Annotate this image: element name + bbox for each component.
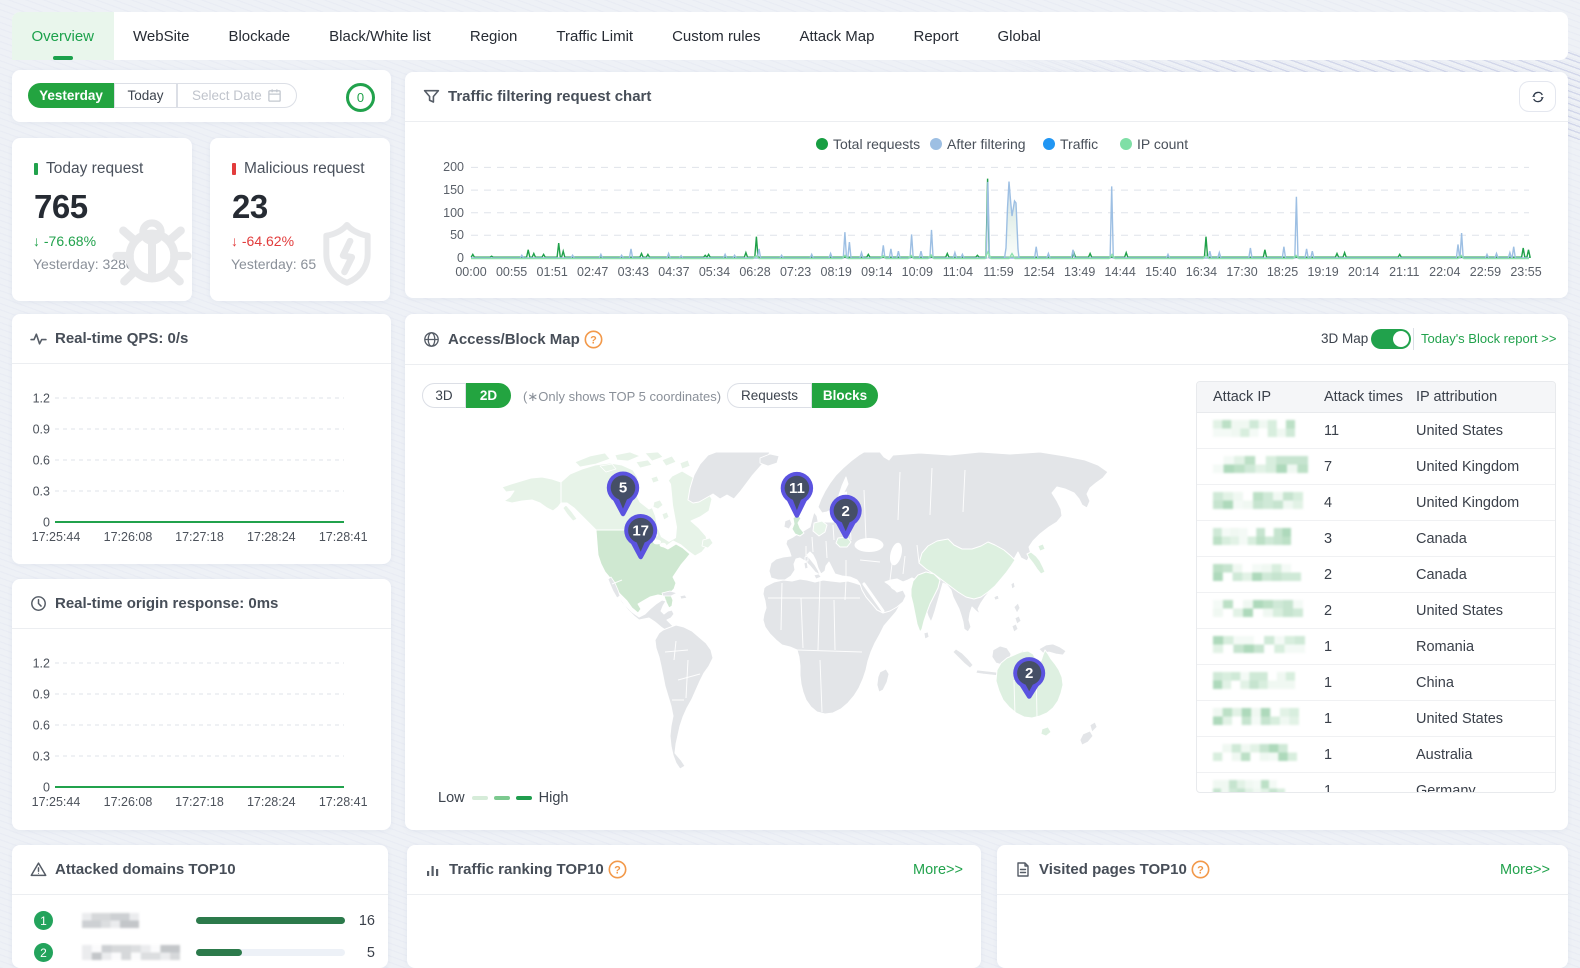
svg-text:100: 100: [443, 206, 464, 220]
svg-text:21:11: 21:11: [1389, 265, 1419, 279]
svg-text:1.2: 1.2: [33, 392, 50, 406]
svg-text:2: 2: [1025, 665, 1033, 682]
svg-text:After filtering: After filtering: [947, 136, 1026, 152]
svg-text:Traffic: Traffic: [1060, 136, 1098, 152]
svg-text:5: 5: [619, 480, 627, 497]
svg-text:09:14: 09:14: [861, 265, 892, 279]
svg-text:17:30: 17:30: [1226, 265, 1257, 279]
svg-text:05:34: 05:34: [699, 265, 730, 279]
svg-text:0.6: 0.6: [33, 719, 50, 733]
svg-text:16:34: 16:34: [1186, 265, 1217, 279]
svg-text:0: 0: [457, 251, 464, 265]
svg-text:23:55: 23:55: [1510, 265, 1541, 279]
svg-text:2: 2: [842, 503, 850, 520]
svg-text:0.9: 0.9: [33, 423, 50, 437]
svg-text:17:27:18: 17:27:18: [175, 530, 224, 544]
svg-text:00:55: 00:55: [496, 265, 527, 279]
svg-text:0.3: 0.3: [33, 485, 50, 499]
svg-text:12:54: 12:54: [1023, 265, 1054, 279]
svg-text:200: 200: [443, 160, 464, 174]
svg-text:17:25:44: 17:25:44: [32, 530, 81, 544]
svg-text:Total requests: Total requests: [833, 136, 920, 152]
svg-text:17:28:24: 17:28:24: [247, 530, 296, 544]
svg-text:0: 0: [43, 516, 50, 530]
svg-text:11: 11: [789, 480, 805, 497]
svg-text:17:28:24: 17:28:24: [247, 795, 296, 809]
svg-text:07:23: 07:23: [780, 265, 811, 279]
svg-text:17:28:41: 17:28:41: [319, 530, 368, 544]
svg-text:1.2: 1.2: [33, 657, 50, 671]
svg-text:?: ?: [1197, 864, 1204, 876]
svg-text:10:09: 10:09: [902, 265, 933, 279]
svg-text:150: 150: [443, 183, 464, 197]
svg-text:22:04: 22:04: [1429, 265, 1460, 279]
svg-text:18:25: 18:25: [1267, 265, 1298, 279]
svg-text:?: ?: [614, 864, 621, 876]
svg-text:22:59: 22:59: [1470, 265, 1501, 279]
svg-text:17: 17: [632, 523, 649, 540]
svg-text:19:19: 19:19: [1307, 265, 1338, 279]
svg-text:0: 0: [43, 781, 50, 795]
svg-text:17:26:08: 17:26:08: [104, 530, 153, 544]
svg-text:20:14: 20:14: [1348, 265, 1379, 279]
svg-text:08:19: 08:19: [821, 265, 852, 279]
svg-text:13:49: 13:49: [1064, 265, 1095, 279]
svg-text:06:28: 06:28: [739, 265, 770, 279]
svg-text:17:27:18: 17:27:18: [175, 795, 224, 809]
svg-text:11:59: 11:59: [983, 265, 1013, 279]
svg-text:00:00: 00:00: [455, 265, 486, 279]
svg-text:17:28:41: 17:28:41: [319, 795, 368, 809]
svg-text:02:47: 02:47: [577, 265, 608, 279]
svg-text:14:44: 14:44: [1105, 265, 1136, 279]
svg-text:50: 50: [450, 228, 464, 242]
svg-text:04:37: 04:37: [658, 265, 689, 279]
svg-text:0.6: 0.6: [33, 454, 50, 468]
svg-text:0.9: 0.9: [33, 688, 50, 702]
svg-text:0.3: 0.3: [33, 750, 50, 764]
svg-text:IP count: IP count: [1137, 136, 1188, 152]
svg-text:17:26:08: 17:26:08: [104, 795, 153, 809]
svg-text:03:43: 03:43: [618, 265, 649, 279]
svg-text:11:04: 11:04: [943, 265, 973, 279]
svg-text:17:25:44: 17:25:44: [32, 795, 81, 809]
svg-text:01:51: 01:51: [537, 265, 568, 279]
svg-text:15:40: 15:40: [1145, 265, 1176, 279]
